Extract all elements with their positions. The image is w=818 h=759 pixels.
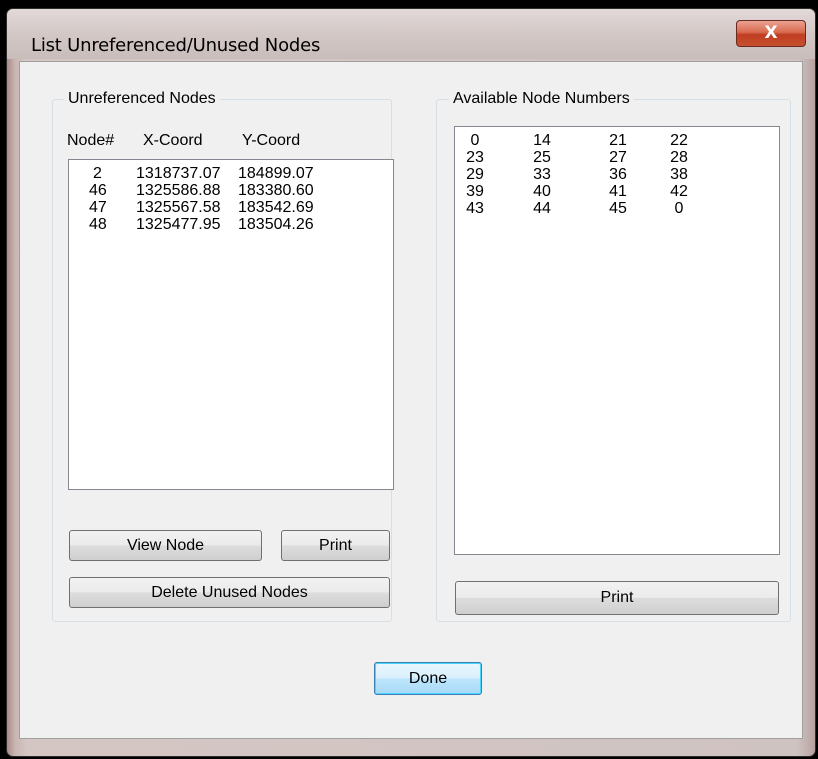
node-number-cell: 43 — [466, 200, 484, 217]
list-item[interactable]: 2 1318737.07 184899.07 — [69, 165, 393, 182]
node-number-cell: 39 — [466, 183, 484, 200]
node-number-cell: 45 — [609, 200, 627, 217]
dialog-window: List Unreferenced/Unused Nodes X Unrefer… — [6, 8, 816, 757]
title-bar[interactable]: List Unreferenced/Unused Nodes X — [7, 9, 815, 59]
unreferenced-nodes-list[interactable]: 2 1318737.07 184899.07 46 1325586.88 183… — [68, 159, 394, 490]
column-header-x-coord: X-Coord — [143, 132, 203, 149]
window-title: List Unreferenced/Unused Nodes — [31, 35, 321, 56]
node-number-cell: 14 — [533, 132, 551, 149]
available-node-numbers-list[interactable]: 0 14 21 22 23 25 27 28 29 33 36 38 39 40… — [454, 126, 780, 555]
node-number-cell: 0 — [470, 132, 480, 149]
node-number: 47 — [89, 199, 107, 216]
unreferenced-nodes-label: Unreferenced Nodes — [64, 90, 220, 108]
x-coord: 1318737.07 — [136, 165, 221, 182]
column-header-node: Node# — [67, 132, 115, 149]
view-node-button[interactable]: View Node — [69, 530, 262, 561]
node-number-cell: 33 — [533, 166, 551, 183]
y-coord: 183542.69 — [238, 199, 314, 216]
column-header-y-coord: Y-Coord — [242, 132, 301, 149]
node-number-cell: 23 — [466, 149, 484, 166]
node-number-cell: 29 — [466, 166, 484, 183]
list-item[interactable]: 48 1325477.95 183504.26 — [69, 216, 393, 233]
close-button[interactable]: X — [736, 20, 806, 47]
x-coord: 1325567.58 — [136, 199, 221, 216]
node-number-cell: 44 — [533, 200, 551, 217]
print-unreferenced-button[interactable]: Print — [281, 530, 390, 561]
y-coord: 183380.60 — [238, 182, 314, 199]
x-coord: 1325586.88 — [136, 182, 221, 199]
node-number-cell: 22 — [670, 132, 688, 149]
node-number: 48 — [89, 216, 107, 233]
node-number-cell: 21 — [609, 132, 627, 149]
print-available-button[interactable]: Print — [455, 581, 779, 615]
node-number-cell: 41 — [609, 183, 627, 200]
node-number-cell: 36 — [609, 166, 627, 183]
node-number-cell: 25 — [533, 149, 551, 166]
node-number-cell: 38 — [670, 166, 688, 183]
available-node-numbers-group: Available Node Numbers 0 14 21 22 23 25 … — [436, 90, 791, 622]
delete-unused-nodes-button[interactable]: Delete Unused Nodes — [69, 577, 390, 608]
node-number-cell: 27 — [609, 149, 627, 166]
unreferenced-nodes-group: Unreferenced Nodes Node# X-Coord Y-Coord… — [52, 90, 394, 622]
close-icon: X — [764, 23, 778, 43]
dialog-client-area: Unreferenced Nodes Node# X-Coord Y-Coord… — [19, 61, 803, 739]
list-item[interactable]: 46 1325586.88 183380.60 — [69, 182, 393, 199]
node-number-cell: 0 — [674, 200, 684, 217]
y-coord: 184899.07 — [238, 165, 314, 182]
list-item[interactable]: 47 1325567.58 183542.69 — [69, 199, 393, 216]
node-number: 46 — [89, 182, 107, 199]
node-number: 2 — [93, 165, 102, 182]
done-button[interactable]: Done — [374, 662, 482, 695]
y-coord: 183504.26 — [238, 216, 314, 233]
available-node-numbers-label: Available Node Numbers — [449, 90, 634, 108]
x-coord: 1325477.95 — [136, 216, 221, 233]
node-number-cell: 28 — [670, 149, 688, 166]
node-number-cell: 40 — [533, 183, 551, 200]
node-number-cell: 42 — [670, 183, 688, 200]
